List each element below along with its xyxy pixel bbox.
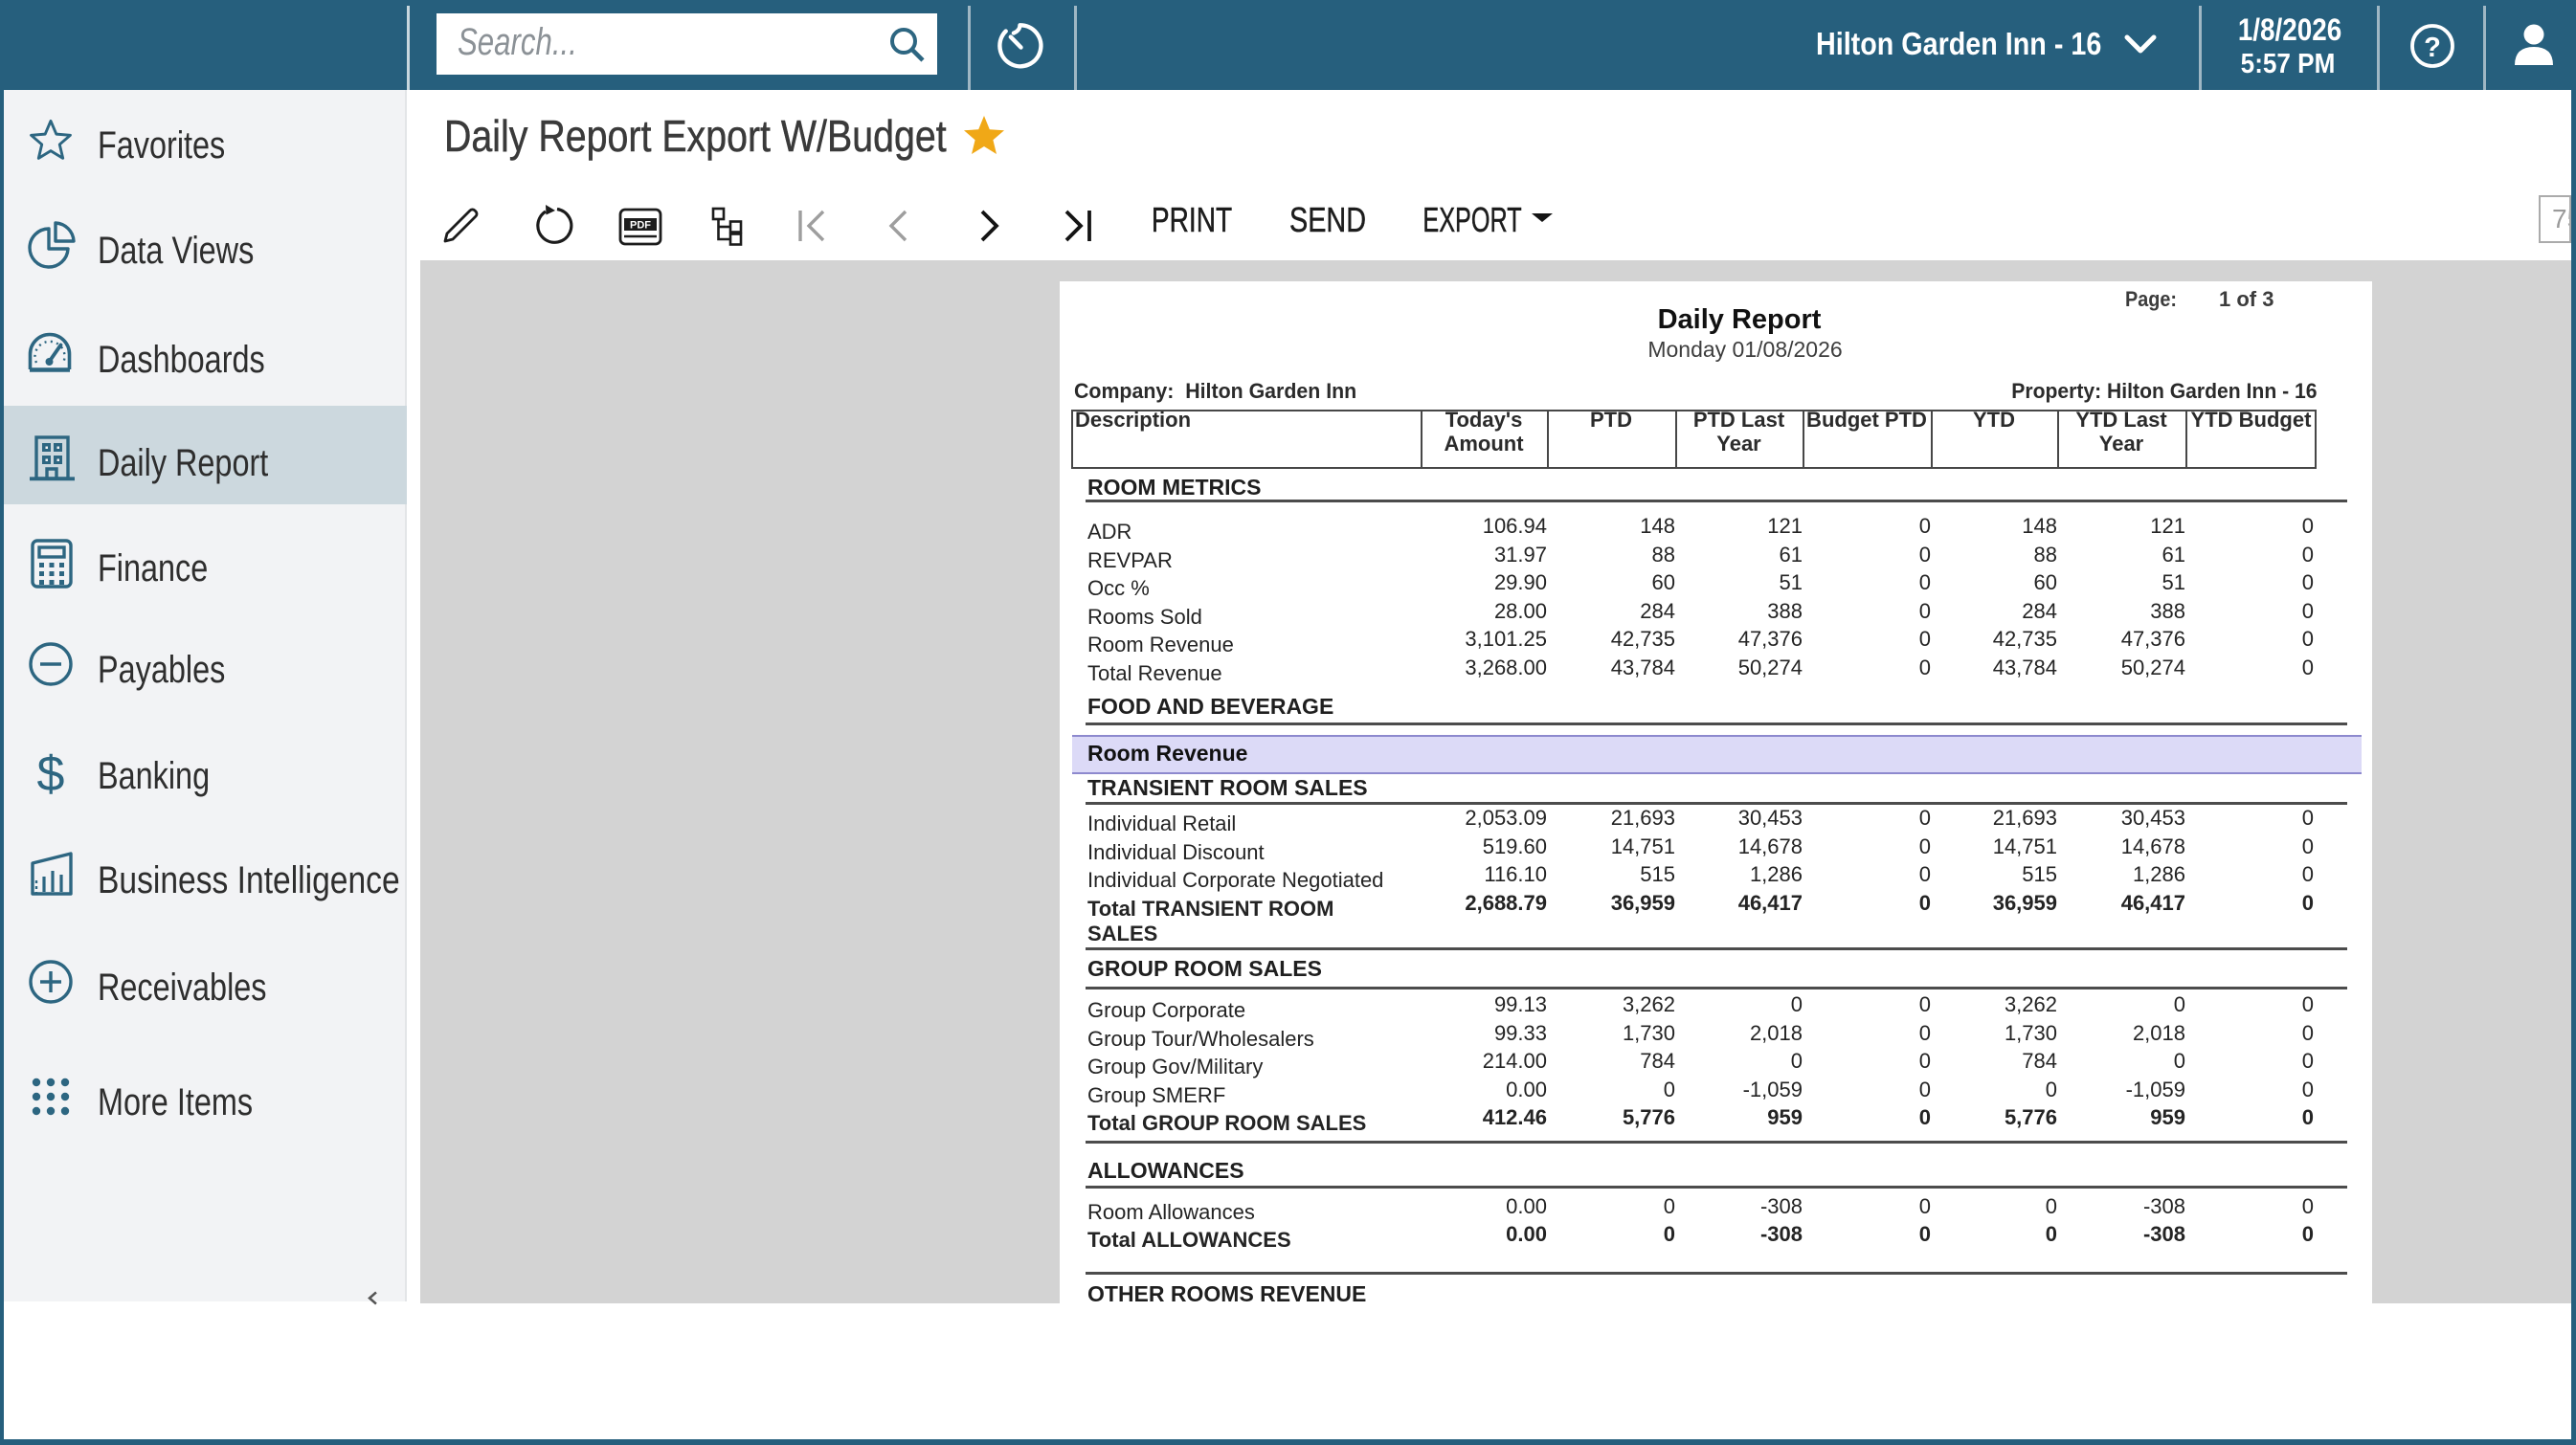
svg-text:PDF: PDF: [630, 220, 651, 232]
svg-text:?: ?: [2424, 33, 2441, 63]
